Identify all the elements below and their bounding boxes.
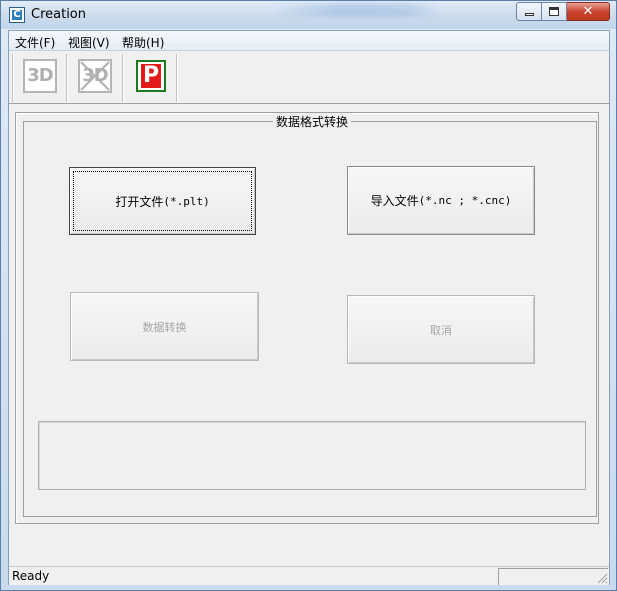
menu-bar: 文件(F) 视图(V) 帮助(H) [9, 31, 609, 51]
resize-grip-icon[interactable] [596, 572, 608, 584]
maximize-button[interactable] [542, 2, 567, 21]
cancel-button[interactable]: 取消 [347, 295, 535, 364]
app-logo-letter: C [12, 9, 22, 20]
cancel-label: 取消 [430, 323, 452, 337]
groupbox-title: 数据格式转换 [273, 113, 352, 130]
status-text: Ready [12, 569, 50, 583]
caption-buttons: ✕ [516, 2, 610, 21]
convert-data-button[interactable]: 数据转换 [70, 292, 259, 361]
app-logo-icon[interactable]: C [9, 7, 25, 23]
open-file-button[interactable]: 打开文件 (*.plt) [69, 167, 256, 235]
import-file-ext: (*.nc ; *.cnc) [418, 194, 512, 207]
minimize-icon [524, 13, 534, 16]
toolbar-separator [176, 54, 177, 102]
maximize-icon [549, 7, 559, 16]
3d-view-icon: 3D [23, 59, 57, 93]
import-file-label: 导入文件 [370, 194, 419, 208]
import-file-button[interactable]: 导入文件 (*.nc ; *.cnc) [347, 166, 535, 235]
toolbar-separator [122, 54, 123, 102]
toolbar-3d-off-button[interactable]: 3D [78, 59, 112, 93]
window-title: Creation [31, 7, 87, 22]
toolbar: 3D 3D P [9, 52, 609, 104]
menu-view[interactable]: 视图(V) [68, 34, 110, 51]
3d-off-icon: 3D [78, 59, 112, 93]
menu-file[interactable]: 文件(F) [15, 34, 55, 51]
close-button[interactable]: ✕ [567, 2, 610, 21]
toolbar-separator [12, 54, 13, 102]
minimize-button[interactable] [516, 2, 542, 21]
title-bar[interactable]: C Creation ✕ [1, 1, 616, 29]
toolbar-p-button[interactable]: P [134, 59, 168, 93]
status-pane [498, 568, 608, 585]
app-window: C Creation ✕ 文件(F) 视图(V) 帮助(H) 3D P 数据格式… [0, 0, 617, 591]
menu-help[interactable]: 帮助(H) [122, 34, 164, 51]
toolbar-separator [66, 54, 67, 102]
convert-data-label: 数据转换 [142, 320, 187, 334]
open-file-ext: (*.plt) [163, 194, 210, 208]
message-box [38, 421, 586, 490]
open-file-label: 打开文件 [115, 194, 164, 209]
3d-off-cross-icon [80, 61, 110, 91]
close-icon: ✕ [582, 4, 594, 19]
client-area: 文件(F) 视图(V) 帮助(H) 3D 3D [8, 30, 610, 585]
p-icon-letter: P [141, 63, 161, 88]
status-bar: Ready [9, 566, 609, 585]
toolbar-3d-view-button[interactable]: 3D [23, 59, 57, 93]
p-icon: P [136, 60, 166, 92]
title-bar-blur [271, 3, 441, 17]
